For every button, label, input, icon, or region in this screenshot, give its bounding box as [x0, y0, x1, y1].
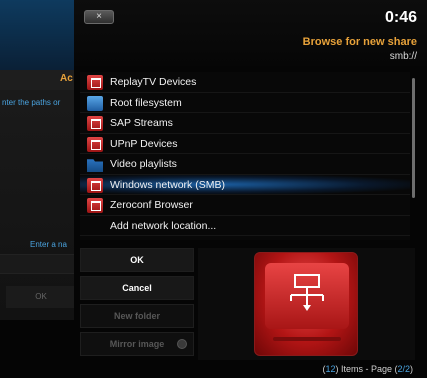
background-hint: nter the paths or: [2, 98, 61, 107]
list-item[interactable]: Add network location...: [80, 216, 410, 236]
list-item-label: ReplayTV Devices: [110, 76, 197, 88]
background-footer: [0, 320, 80, 378]
harddisk-icon: [87, 95, 103, 111]
network-drive-icon: [87, 198, 103, 213]
list-item-label: SAP Streams: [110, 117, 173, 129]
list-item-selected[interactable]: Windows network (SMB): [80, 174, 410, 195]
list-item-label: Add network location...: [110, 219, 217, 232]
list-item[interactable]: Zeroconf Browser: [80, 195, 410, 216]
network-drive-icon: [87, 177, 103, 193]
page-indicator: 2/2: [397, 364, 410, 374]
item-count-number: 12: [325, 364, 336, 374]
list-item-label: UPnP Devices: [110, 137, 178, 150]
background-input-field: [0, 254, 80, 274]
item-count-label: Items - Page: [340, 364, 392, 374]
mirror-image-button[interactable]: Mirror image: [80, 332, 194, 356]
folder-icon: [87, 159, 103, 172]
network-tree-icon: [290, 274, 324, 311]
list-item-label: Video playlists: [110, 158, 177, 170]
browse-dialog: × 0:46 Browse for new share smb:// Repla…: [74, 0, 427, 378]
new-folder-button[interactable]: New folder: [80, 304, 194, 328]
dialog-title: Browse for new share: [302, 36, 417, 48]
list-scrollbar[interactable]: [410, 72, 416, 240]
background-header: [0, 0, 80, 70]
list-item[interactable]: UPnP Devices: [80, 134, 410, 154]
background-ok-button: OK: [6, 286, 76, 308]
ok-button[interactable]: OK: [80, 248, 194, 272]
list-item[interactable]: ReplayTV Devices: [80, 72, 410, 93]
current-path: smb://: [389, 51, 417, 62]
background-panel: [0, 70, 80, 320]
background-enter-label: Enter a na: [30, 240, 67, 249]
thumbnail-panel: [198, 248, 415, 360]
drive-slot: [273, 337, 341, 341]
list-item-label: Zeroconf Browser: [110, 199, 193, 211]
toggle-indicator-icon: [177, 339, 187, 349]
dialog-header: × 0:46 Browse for new share smb://: [74, 0, 427, 66]
network-drive-icon: [87, 75, 103, 90]
mirror-image-label: Mirror image: [109, 339, 165, 349]
network-share-thumbnail-icon: [254, 252, 358, 356]
list-item[interactable]: SAP Streams: [80, 113, 410, 134]
button-column: OK Cancel New folder Mirror image: [80, 248, 194, 360]
share-list: ReplayTV Devices Root filesystem SAP Str…: [80, 72, 410, 240]
close-button[interactable]: ×: [84, 10, 114, 24]
network-drive-icon: [87, 116, 103, 131]
background-title: Ac: [60, 73, 73, 84]
cancel-button[interactable]: Cancel: [80, 276, 194, 300]
network-drive-icon: [87, 136, 103, 152]
list-item[interactable]: Root filesystem: [80, 93, 410, 113]
scrollbar-thumb[interactable]: [412, 78, 415, 198]
item-count: (12) Items - Page (2/2): [322, 364, 413, 374]
list-item[interactable]: Video playlists: [80, 154, 410, 175]
list-item-label: Root filesystem: [110, 96, 182, 109]
background-dialog: Ac nter the paths or Enter a na OK: [0, 0, 80, 378]
clock: 0:46: [384, 9, 417, 26]
list-item-label: Windows network (SMB): [110, 178, 225, 191]
